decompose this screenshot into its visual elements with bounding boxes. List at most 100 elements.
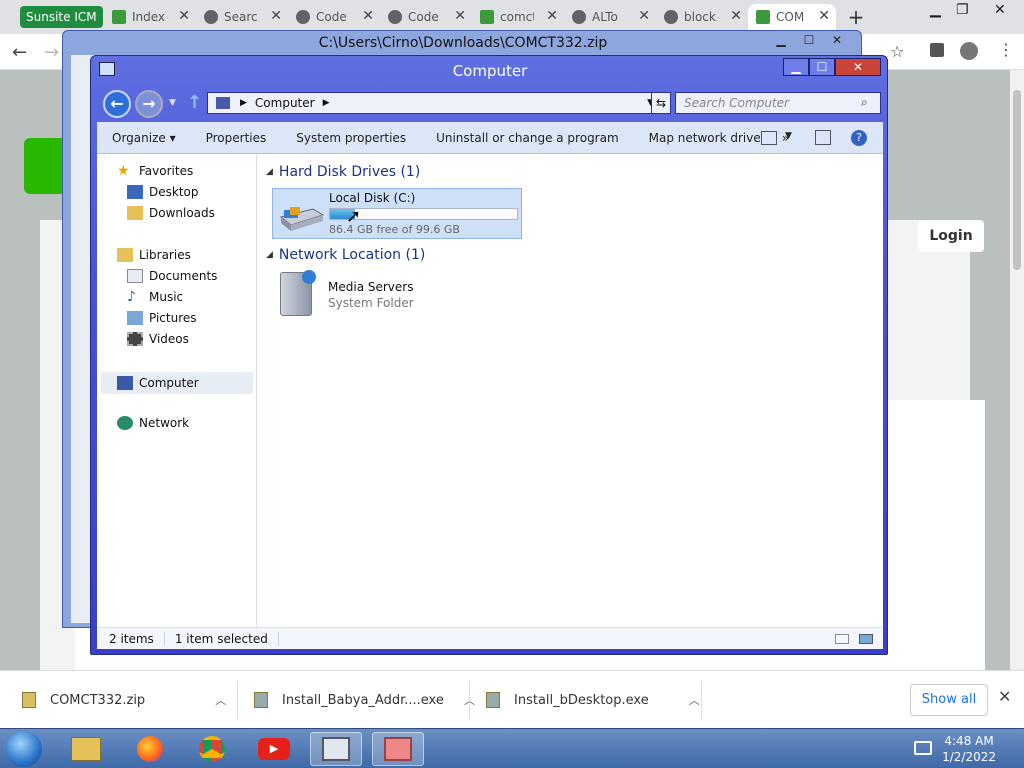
minimize-icon[interactable]: ▁ [930, 2, 941, 18]
search-input[interactable]: Search Computer [675, 92, 881, 114]
star-icon[interactable]: ☆ [890, 42, 904, 61]
close-icon[interactable]: ✕ [823, 33, 851, 49]
menu-icon[interactable]: ⋮ [998, 40, 1014, 59]
nav-videos[interactable]: Videos [127, 332, 189, 346]
map-network-drive-button[interactable]: Map network drive [634, 131, 776, 145]
collapse-icon[interactable]: ◢ [266, 250, 273, 260]
tab-group-chip[interactable]: Sunsite ICM [20, 6, 103, 28]
maximize-icon[interactable]: ☐ [795, 33, 823, 49]
exe-file-icon [254, 692, 268, 708]
download-item[interactable]: Install_Babya_Addr....exe︿ [254, 671, 475, 729]
close-icon[interactable]: ✕ [998, 687, 1011, 706]
system-properties-button[interactable]: System properties [281, 131, 421, 145]
back-arrow-icon[interactable]: ← [12, 42, 27, 63]
globe-icon [388, 10, 402, 24]
chevron-down-icon[interactable]: ▼ [785, 131, 792, 141]
download-item[interactable]: COMCT332.zip ︿ [22, 671, 226, 729]
search-icon[interactable]: ⌕ [861, 95, 868, 110]
show-all-button[interactable]: Show all [910, 684, 988, 716]
clock[interactable]: 4:48 AM 1/2/2022 [942, 733, 996, 765]
media-servers-item[interactable]: Media Servers System Folder [272, 270, 522, 320]
browser-tab[interactable]: block ✕ [656, 4, 748, 30]
close-icon[interactable]: ✕ [818, 8, 830, 24]
taskbar-chrome[interactable] [186, 732, 238, 766]
help-icon[interactable]: ? [851, 130, 867, 146]
uninstall-program-button[interactable]: Uninstall or change a program [421, 131, 634, 145]
forward-arrow-icon[interactable]: → [44, 42, 59, 63]
maximize-button[interactable]: ☐ [809, 58, 835, 76]
taskbar-zip[interactable] [372, 732, 424, 766]
nav-network[interactable]: Network [117, 416, 189, 430]
local-disk-item[interactable]: Local Disk (C:) 86.4 GB free of 99.6 GB [272, 188, 522, 239]
nav-desktop[interactable]: Desktop [127, 185, 199, 199]
nav-libraries[interactable]: Libraries [117, 248, 191, 262]
close-icon[interactable]: ✕ [270, 8, 282, 24]
clock-date: 1/2/2022 [942, 750, 996, 764]
close-icon[interactable]: ✕ [638, 8, 650, 24]
organize-button[interactable]: Organize ▾ [97, 131, 191, 145]
taskbar-firefox[interactable] [124, 732, 176, 766]
properties-button[interactable]: Properties [191, 131, 282, 145]
nav-pictures[interactable]: Pictures [127, 311, 197, 325]
computer-window[interactable]: Computer ▁ ☐ ✕ ← → ▼ ↑ ▶ Computer ▶ ▼ ⇆ … [90, 55, 888, 655]
close-button[interactable]: ✕ [835, 58, 881, 76]
page-scrollbar[interactable] [1010, 70, 1024, 670]
details-view-icon[interactable] [835, 633, 849, 644]
scrollbar-thumb[interactable] [1013, 90, 1021, 270]
restore-icon[interactable]: ❐ [956, 2, 969, 18]
preview-pane-icon[interactable] [815, 130, 831, 145]
browser-tab[interactable]: comct ✕ [472, 4, 564, 30]
forward-button[interactable]: → [135, 90, 163, 118]
status-bar: 2 items 1 item selected [97, 627, 883, 649]
close-icon[interactable]: ✕ [546, 8, 558, 24]
tab-label: Searc [224, 10, 258, 24]
taskbar: ▶ 4:48 AM 1/2/2022 [0, 728, 1024, 768]
browser-tab[interactable]: Code ✕ [380, 4, 472, 30]
group-header-network[interactable]: ◢ Network Location (1) [266, 247, 876, 263]
close-icon[interactable]: ✕ [362, 8, 374, 24]
nav-music[interactable]: ♪ Music [127, 290, 183, 304]
taskbar-youtube[interactable]: ▶ [248, 732, 300, 766]
network-icon [117, 416, 133, 430]
refresh-icon[interactable]: ⇆ [651, 92, 671, 114]
chevron-up-icon[interactable]: ︿ [215, 692, 226, 708]
login-button[interactable]: Login [918, 220, 984, 252]
start-button[interactable] [6, 731, 42, 767]
group-header-hdd[interactable]: ◢ Hard Disk Drives (1) [266, 164, 876, 180]
chevron-right-icon[interactable]: ▶ [240, 98, 247, 108]
close-icon[interactable]: ✕ [454, 8, 466, 24]
minimize-icon[interactable]: ▁ [767, 33, 795, 49]
nav-label: Libraries [139, 248, 191, 262]
chevron-up-icon[interactable]: ︿ [689, 692, 700, 708]
views-icon[interactable] [761, 131, 777, 145]
browser-tab[interactable]: Code ✕ [288, 4, 380, 30]
profile-icon[interactable] [960, 42, 978, 60]
browser-tab[interactable]: Searc ✕ [196, 4, 288, 30]
browser-tab[interactable]: Index ✕ [104, 4, 196, 30]
browser-tab-active[interactable]: COM ✕ [748, 4, 836, 30]
breadcrumb-computer[interactable]: Computer [255, 96, 315, 110]
close-icon[interactable]: ✕ [730, 8, 742, 24]
network-tray-icon[interactable] [914, 741, 932, 755]
new-tab-button[interactable]: + [844, 5, 868, 29]
chevron-down-icon[interactable]: ▼ [169, 98, 176, 108]
up-arrow-icon[interactable]: ↑ [187, 92, 202, 113]
taskbar-computer[interactable] [310, 732, 362, 766]
back-button[interactable]: ← [103, 90, 131, 118]
nav-downloads[interactable]: Downloads [127, 206, 215, 220]
close-icon[interactable]: ✕ [178, 8, 190, 24]
tab-label: block [684, 10, 716, 24]
chevron-right-icon[interactable]: ▶ [323, 98, 330, 108]
browser-tab[interactable]: ALTo ✕ [564, 4, 656, 30]
large-icons-view-icon[interactable] [859, 633, 873, 644]
collapse-icon[interactable]: ◢ [266, 167, 273, 177]
nav-computer[interactable]: Computer [101, 372, 253, 394]
minimize-button[interactable]: ▁ [783, 58, 809, 76]
taskbar-explorer[interactable] [60, 732, 112, 766]
nav-favorites[interactable]: ★ Favorites [117, 164, 193, 178]
extensions-icon[interactable] [930, 43, 944, 57]
download-item[interactable]: Install_bDesktop.exe ︿ [486, 671, 700, 729]
address-box[interactable]: ▶ Computer ▶ ▼ [207, 92, 661, 114]
close-icon[interactable]: ✕ [994, 2, 1006, 18]
nav-documents[interactable]: Documents [127, 269, 217, 283]
